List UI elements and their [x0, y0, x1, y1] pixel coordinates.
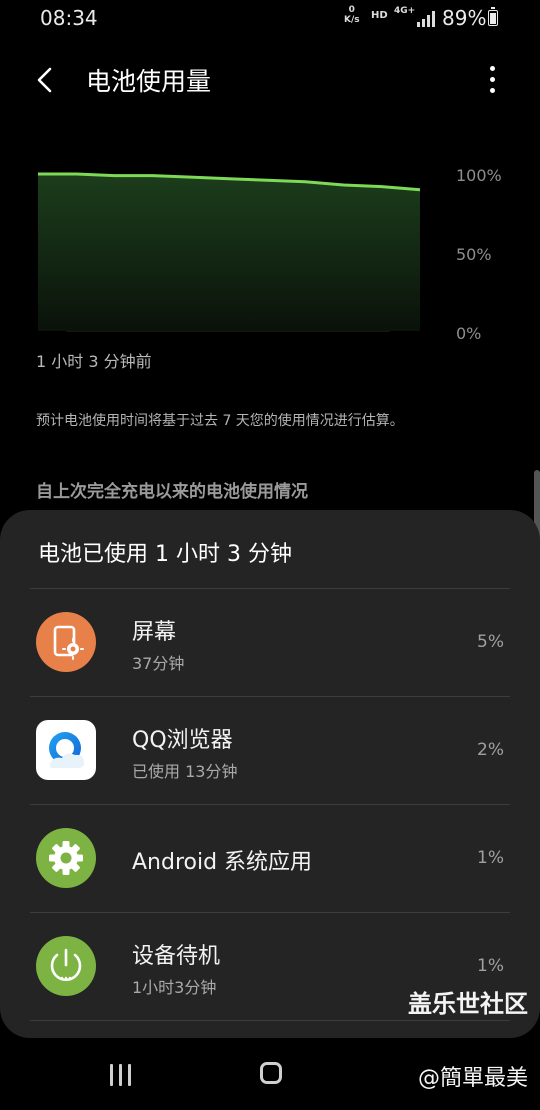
status-time: 08:34	[40, 6, 98, 30]
battery-area	[38, 174, 420, 331]
network-type: 4G+	[394, 6, 416, 16]
estimate-note: 预计电池使用时间将基于过去 7 天您的使用情况进行估算。	[36, 413, 404, 429]
status-bar: 08:34 0 K/s HD 4G+ 89%	[0, 0, 540, 36]
network-speed: 0 K/s	[344, 5, 360, 25]
y-label-100: 100%	[456, 166, 502, 185]
recents-icon	[110, 1064, 113, 1086]
section-title: 自上次完全充电以来的电池使用情况	[36, 482, 308, 502]
item-subtitle: 37分钟	[132, 654, 185, 673]
hd-indicator: HD	[371, 10, 388, 21]
battery-icon	[488, 7, 498, 26]
item-percent: 1%	[477, 956, 504, 976]
usage-sheet: 电池已使用 1 小时 3 分钟 屏幕 37分钟 5% QQ浏览器 已使用 13分…	[0, 510, 540, 1038]
item-name: 屏幕	[132, 620, 177, 645]
item-name: QQ浏览器	[132, 728, 233, 753]
list-item-qq-browser[interactable]: QQ浏览器 已使用 13分钟 2%	[30, 696, 510, 804]
gear-icon	[36, 828, 96, 888]
battery-percent: 89%	[442, 6, 487, 30]
home-button[interactable]	[260, 1062, 282, 1084]
more-options-button[interactable]	[478, 64, 506, 96]
item-subtitle: 1小时3分钟	[132, 978, 217, 997]
item-percent: 5%	[477, 632, 504, 652]
item-percent: 2%	[477, 740, 504, 760]
y-label-0: 0%	[456, 324, 482, 343]
divider	[30, 1020, 510, 1021]
divider	[30, 912, 510, 913]
watermark-community: 盖乐世社区	[408, 990, 528, 1018]
divider	[30, 696, 510, 697]
list-item-partial	[30, 1020, 510, 1038]
screen-brightness-icon	[36, 612, 96, 672]
sheet-title: 电池已使用 1 小时 3 分钟	[38, 542, 292, 567]
more-vertical-icon	[490, 66, 495, 71]
list-item-screen[interactable]: 屏幕 37分钟 5%	[30, 588, 510, 696]
page-title: 电池使用量	[86, 67, 212, 96]
app-header: 电池使用量	[0, 50, 540, 110]
list-item-android-system[interactable]: Android 系统应用 1%	[30, 804, 510, 912]
network-speed-unit: K/s	[344, 15, 360, 25]
recents-button[interactable]	[108, 1064, 134, 1086]
item-name: 设备待机	[132, 944, 221, 969]
qq-browser-icon	[36, 720, 96, 780]
item-percent: 1%	[477, 848, 504, 868]
y-label-50: 50%	[456, 245, 492, 264]
power-icon	[36, 936, 96, 996]
battery-usage-chart: 100% 50% 0%	[36, 160, 506, 343]
back-button[interactable]	[30, 62, 66, 98]
divider	[30, 588, 510, 589]
signal-icon	[417, 11, 435, 27]
network-speed-value: 0	[348, 5, 355, 15]
item-name: Android 系统应用	[132, 850, 313, 875]
battery-chart-plot	[38, 172, 421, 332]
chevron-left-icon	[37, 67, 52, 93]
chart-time-label: 1 小时 3 分钟前	[36, 352, 152, 371]
item-subtitle: 已使用 13分钟	[132, 762, 238, 781]
watermark-author: @簡單最美	[417, 1066, 528, 1091]
divider	[30, 804, 510, 805]
